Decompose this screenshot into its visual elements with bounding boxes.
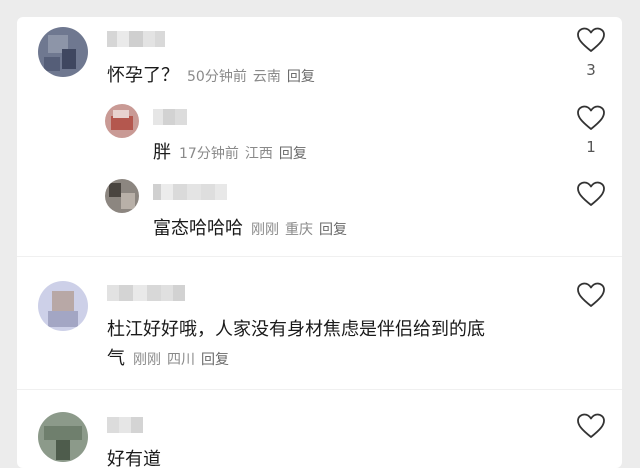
comment-location: 江西 bbox=[244, 146, 273, 162]
divider bbox=[17, 389, 622, 390]
comment-text-line-2: 气刚刚 四川 回复 bbox=[107, 348, 229, 369]
comment-text: 胖 17分钟前 江西 回复 bbox=[153, 142, 307, 163]
comment-time: 刚刚 bbox=[251, 222, 279, 238]
username-blurred[interactable] bbox=[107, 417, 143, 433]
username-blurred[interactable] bbox=[107, 285, 185, 301]
divider bbox=[17, 256, 622, 257]
username-blurred[interactable] bbox=[153, 184, 227, 200]
comment-text: 好有道 bbox=[107, 449, 161, 468]
comment-location: 四川 bbox=[167, 352, 195, 368]
avatar[interactable] bbox=[105, 179, 139, 213]
comment-text: 怀孕了？ 50分钟前 云南 回复 bbox=[107, 65, 315, 86]
comment-text: 富态哈哈哈 刚刚 重庆 回复 bbox=[153, 218, 347, 239]
comment-location: 重庆 bbox=[285, 222, 313, 238]
comment-time: 50分钟前 bbox=[187, 69, 247, 85]
reply-button[interactable]: 回复 bbox=[279, 146, 307, 162]
comment-time: 刚刚 bbox=[133, 352, 161, 368]
comment-text-line-1: 杜江好好哦，人家没有身材焦虑是伴侣给到的底 bbox=[107, 319, 485, 340]
username-blurred[interactable] bbox=[107, 31, 165, 47]
comment-location: 云南 bbox=[252, 69, 281, 85]
heart-outline-icon[interactable] bbox=[577, 413, 605, 439]
avatar[interactable] bbox=[38, 281, 88, 331]
avatar[interactable] bbox=[105, 104, 139, 138]
heart-outline-icon[interactable] bbox=[577, 27, 605, 53]
comment-list: 怀孕了？ 50分钟前 云南 回复 3 胖 17分钟前 江西 回复 1 富态哈哈哈… bbox=[17, 17, 622, 468]
avatar[interactable] bbox=[38, 27, 88, 77]
like-count: 3 bbox=[586, 61, 596, 79]
heart-outline-icon[interactable] bbox=[577, 105, 605, 131]
comment-time: 17分钟前 bbox=[179, 146, 239, 162]
reply-button[interactable]: 回复 bbox=[319, 222, 347, 238]
heart-outline-icon[interactable] bbox=[577, 282, 605, 308]
reply-button[interactable]: 回复 bbox=[287, 69, 315, 85]
avatar[interactable] bbox=[38, 412, 88, 462]
heart-outline-icon[interactable] bbox=[577, 181, 605, 207]
username-blurred[interactable] bbox=[153, 109, 187, 125]
like-count: 1 bbox=[586, 138, 596, 156]
reply-button[interactable]: 回复 bbox=[201, 352, 229, 368]
